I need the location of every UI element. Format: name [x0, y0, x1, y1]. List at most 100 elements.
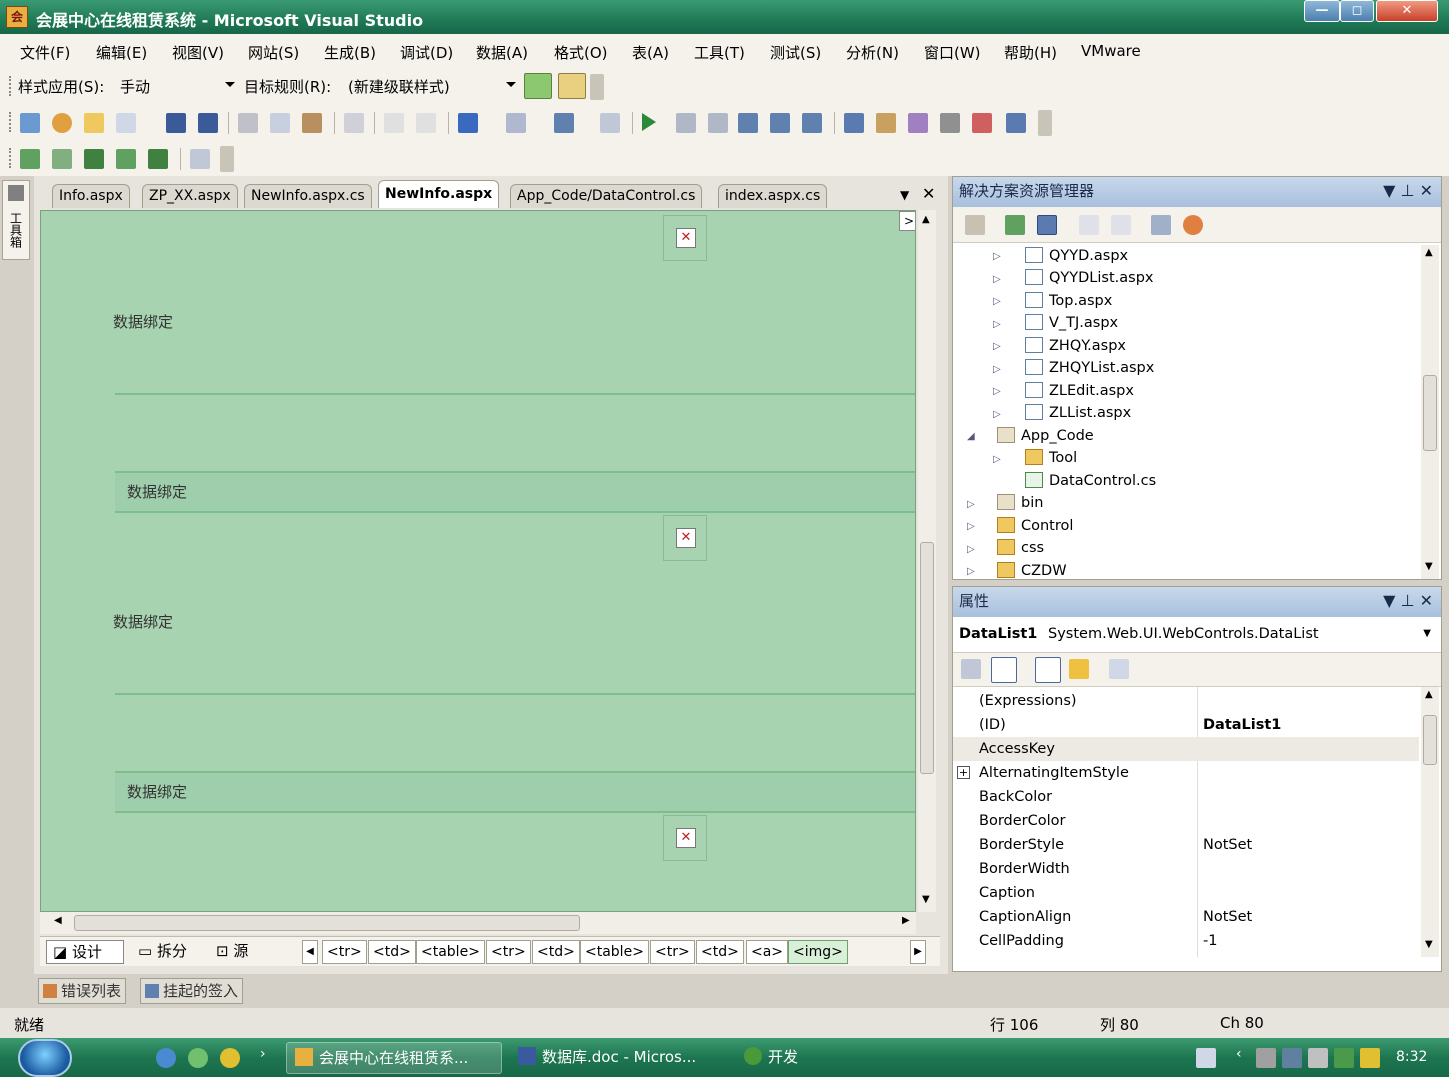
view-designer-icon[interactable]: [1111, 215, 1131, 235]
scroll-down-icon[interactable]: ▼: [1425, 561, 1433, 572]
view-code-icon[interactable]: [1079, 215, 1099, 235]
open-file-icon[interactable]: [84, 113, 104, 133]
alphabetical-icon[interactable]: [991, 657, 1017, 683]
publish-icon[interactable]: [84, 149, 104, 169]
scroll-right-icon[interactable]: ▶: [902, 915, 910, 926]
menu-view[interactable]: 视图(V): [172, 42, 224, 63]
tab-list-icon[interactable]: ▼: [900, 188, 909, 202]
menu-edit[interactable]: 编辑(E): [96, 42, 147, 63]
redo-icon[interactable]: [506, 113, 526, 133]
start-button[interactable]: [18, 1039, 72, 1077]
chevron-down-icon[interactable]: ▼: [1383, 591, 1400, 610]
menu-test[interactable]: 测试(S): [770, 42, 821, 63]
menu-file[interactable]: 文件(F): [20, 42, 70, 63]
menu-website[interactable]: 网站(S): [248, 42, 299, 63]
tag-path-item[interactable]: <tr>: [322, 940, 367, 964]
design-horizontal-scrollbar[interactable]: ◀ ▶: [40, 912, 916, 934]
close-icon[interactable]: ✕: [1420, 181, 1433, 200]
property-row[interactable]: (ID) DataList1: [953, 713, 1419, 737]
chevron-right-icon[interactable]: ›: [260, 1046, 266, 1062]
tab-index-aspx-cs[interactable]: index.aspx.cs: [718, 184, 828, 208]
asp-config-icon[interactable]: [190, 149, 210, 169]
tree-item[interactable]: Top.aspx: [1025, 290, 1112, 312]
chevron-down-icon[interactable]: ▼: [1383, 181, 1400, 200]
property-row[interactable]: (Expressions): [953, 689, 1419, 713]
tab-pending-checkins[interactable]: 挂起的签入: [140, 978, 244, 1004]
property-row-selected[interactable]: AccessKey: [953, 737, 1419, 761]
refresh-icon[interactable]: [1005, 215, 1025, 235]
save-all-icon[interactable]: [198, 113, 218, 133]
chevron-down-icon[interactable]: [506, 82, 516, 87]
toolbar-grip[interactable]: [9, 112, 12, 132]
tab-zp-xx-aspx[interactable]: ZP_XX.aspx: [142, 184, 238, 208]
image-placeholder[interactable]: ✕: [663, 815, 707, 861]
copy-icon[interactable]: [270, 113, 290, 133]
tray-status-icon[interactable]: [1334, 1048, 1354, 1068]
style-apply-dropdown[interactable]: 手动: [120, 76, 150, 97]
navigate-forward-icon[interactable]: [600, 113, 620, 133]
menu-format[interactable]: 格式(O): [554, 42, 608, 63]
tab-newinfo-aspx-cs[interactable]: NewInfo.aspx.cs: [244, 184, 372, 208]
build-icon[interactable]: [20, 149, 40, 169]
image-placeholder[interactable]: ✕: [663, 515, 707, 561]
tree-item[interactable]: DataControl.cs: [1025, 470, 1156, 492]
tree-item[interactable]: V_TJ.aspx: [1025, 312, 1118, 334]
menu-debug[interactable]: 调试(D): [400, 42, 453, 63]
scroll-down-icon[interactable]: ▼: [1425, 939, 1433, 950]
tag-path-item[interactable]: <tr>: [486, 940, 531, 964]
cut-icon[interactable]: [238, 113, 258, 133]
volume-icon[interactable]: [1308, 1048, 1328, 1068]
property-pages-icon[interactable]: [1109, 659, 1129, 679]
design-surface[interactable]: > ✕ 数据绑定 数据绑定 ✕ 数据绑定 数据绑定 ✕: [40, 210, 916, 912]
chevron-down-icon[interactable]: [225, 82, 235, 87]
tree-item[interactable]: Tool: [1025, 447, 1077, 469]
toolbox-icon[interactable]: [940, 113, 960, 133]
minimize-button[interactable]: —: [1304, 0, 1340, 22]
tree-item[interactable]: CZDW: [997, 560, 1067, 579]
scroll-thumb[interactable]: [1423, 715, 1437, 765]
property-row[interactable]: BackColor: [953, 785, 1419, 809]
navigate-backward-icon[interactable]: [554, 113, 574, 133]
design-vertical-scrollbar[interactable]: ▲ ▼: [918, 210, 936, 912]
close-document-icon[interactable]: ✕: [922, 184, 935, 203]
scroll-thumb[interactable]: [74, 915, 580, 931]
maximize-button[interactable]: ◻: [1340, 0, 1374, 22]
solution-explorer-icon[interactable]: [844, 113, 864, 133]
tab-info-aspx[interactable]: Info.aspx: [52, 184, 130, 208]
target-rule-dropdown[interactable]: (新建级联样式): [348, 76, 450, 97]
scroll-up-icon[interactable]: ▲: [1425, 247, 1433, 258]
browser-icon[interactable]: [188, 1048, 208, 1068]
add-icon[interactable]: [220, 1048, 240, 1068]
pin-icon[interactable]: ⊥: [1401, 591, 1420, 610]
tag-path-item[interactable]: <td>: [696, 940, 744, 964]
smart-tag-button[interactable]: >: [899, 211, 915, 231]
scroll-up-icon[interactable]: ▲: [922, 214, 930, 225]
toolbar-options-icon[interactable]: [220, 146, 234, 172]
chevron-down-icon[interactable]: ▼: [1423, 617, 1431, 651]
menu-analyze[interactable]: 分析(N): [846, 42, 899, 63]
step-out-icon[interactable]: [802, 113, 822, 133]
configure-icon[interactable]: [148, 149, 168, 169]
tag-path-item[interactable]: <table>: [580, 940, 649, 964]
tag-path-item[interactable]: <tr>: [650, 940, 695, 964]
design-view-button[interactable]: ◪ 设计: [46, 940, 124, 964]
undo-icon[interactable]: [458, 113, 478, 133]
taskbar-item-vs[interactable]: 会展中心在线租赁系...: [286, 1042, 502, 1074]
tag-path-left-icon[interactable]: ◀: [302, 940, 318, 964]
object-selector[interactable]: DataList1 System.Web.UI.WebControls.Data…: [953, 617, 1441, 653]
toolbar-grip[interactable]: [9, 76, 12, 96]
find-icon[interactable]: [344, 113, 364, 133]
properties-view-icon[interactable]: [1035, 657, 1061, 683]
tag-path-item[interactable]: <table>: [416, 940, 485, 964]
taskbar-item-word[interactable]: 数据库.doc - Micros...: [510, 1042, 726, 1074]
tree-item[interactable]: ZLEdit.aspx: [1025, 380, 1134, 402]
property-row[interactable]: + AlternatingItemStyle: [953, 761, 1419, 785]
scroll-thumb[interactable]: [920, 542, 934, 774]
toolbar-options-icon[interactable]: [1038, 110, 1052, 136]
image-placeholder[interactable]: ✕: [663, 215, 707, 261]
tree-item[interactable]: ZLList.aspx: [1025, 402, 1131, 424]
scroll-down-icon[interactable]: ▼: [922, 894, 930, 905]
events-icon[interactable]: [1069, 659, 1089, 679]
tag-path-item[interactable]: <td>: [368, 940, 416, 964]
comment-icon[interactable]: [384, 113, 404, 133]
